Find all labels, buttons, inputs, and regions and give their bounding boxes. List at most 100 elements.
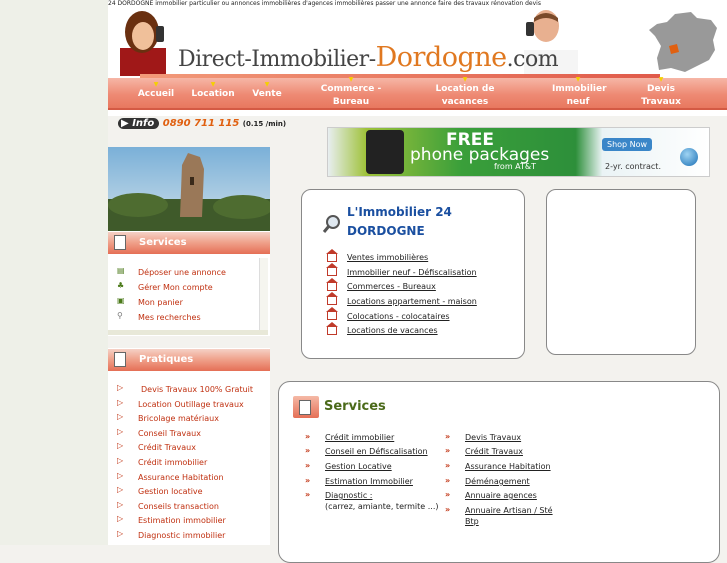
nav-location-de-vacances[interactable]: ▼ Location de vacances <box>434 76 496 109</box>
dordogne-tower-image <box>108 147 270 231</box>
sidebar-link-diagnostic[interactable]: Diagnostic immobilier <box>138 531 225 540</box>
sidebar-link-credit-travaux[interactable]: Crédit Travaux <box>138 443 196 452</box>
service-demenagement[interactable]: Déménagement <box>465 476 530 487</box>
page-icon <box>114 235 126 250</box>
service-credit-immobilier[interactable]: Crédit immobilier <box>325 432 394 443</box>
seo-text: 24 DORDOGNE immobilier particulier ou an… <box>108 0 541 7</box>
sidebar-link-credit-immobilier[interactable]: Crédit immobilier <box>138 458 207 467</box>
link-commerces-bureaux[interactable]: Commerces - Bureaux <box>347 282 436 291</box>
arrow-icon: ▷ <box>117 456 124 465</box>
arrow-icon: ▷ <box>117 427 124 436</box>
double-arrow-icon: » <box>445 461 451 470</box>
arrow-icon: ▷ <box>117 500 124 509</box>
arrow-icon: ▷ <box>117 383 124 392</box>
nav-location[interactable]: ▼ Location <box>188 81 238 101</box>
nav-commerce-bureau[interactable]: ▼ Commerce - Bureau <box>316 76 386 109</box>
arrow-icon: ▷ <box>117 412 124 421</box>
nav-accueil[interactable]: ▼ Accueil <box>136 81 176 101</box>
arrow-icon: ▷ <box>117 441 124 450</box>
sidebar-link-recherches[interactable]: Mes recherches <box>138 313 201 322</box>
link-locations-appartement[interactable]: Locations appartement - maison <box>347 297 477 306</box>
logo-part2: Dordogne <box>375 42 508 73</box>
service-diagnostic-note: (carrez, amiante, termite ...) <box>325 502 439 511</box>
sidebar-link-gestion-locative[interactable]: Gestion locative <box>138 487 203 496</box>
nav-arrow-icon: ▼ <box>658 76 664 83</box>
nav-arrow-icon: ▼ <box>462 76 468 83</box>
link-immobilier-neuf[interactable]: Immobilier neuf - Défiscalisation <box>347 268 477 277</box>
play-icon: ▶ <box>121 118 129 129</box>
nav-arrow-icon: ▼ <box>348 76 354 83</box>
subheader-band <box>108 110 727 116</box>
phone-image <box>366 130 404 174</box>
sidebar-services-heading: Services <box>108 231 270 254</box>
link-colocations[interactable]: Colocations - colocataires <box>347 312 450 321</box>
double-arrow-icon: » <box>445 446 451 455</box>
sidebar-link-assurance[interactable]: Assurance Habitation <box>138 473 224 482</box>
house-icon <box>326 249 338 262</box>
service-diagnostic[interactable]: Diagnostic : <box>325 490 373 501</box>
arrow-icon: ▷ <box>117 471 124 480</box>
sidebar-horizontal-scrollbar[interactable] <box>108 330 268 335</box>
service-credit-travaux[interactable]: Crédit Travaux <box>465 446 523 457</box>
user-icon: ♣ <box>117 281 125 290</box>
service-estimation[interactable]: Estimation Immobilier <box>325 476 413 487</box>
info-phone-number: 0890 711 115 <box>162 118 240 129</box>
sidebar-link-conseils-transaction[interactable]: Conseils transaction <box>138 502 219 511</box>
nav-immobilier-neuf[interactable]: ▼ Immobilier neuf <box>552 76 607 109</box>
nav-arrow-icon: ▼ <box>153 81 159 88</box>
nav-vente[interactable]: ▼ Vente <box>247 81 287 101</box>
arrow-icon: ▷ <box>117 485 124 494</box>
left-background-strip <box>0 0 108 545</box>
sidebar-link-conseil-travaux[interactable]: Conseil Travaux <box>138 429 201 438</box>
house-icon <box>326 292 338 305</box>
double-arrow-icon: » <box>305 490 311 499</box>
magnifier-icon <box>322 215 340 233</box>
service-gestion-locative[interactable]: Gestion Locative <box>325 461 392 472</box>
sidebar-pratiques-box: ▷ Devis Travaux 100% Gratuit ▷ Location … <box>108 371 270 545</box>
link-locations-vacances[interactable]: Locations de vacances <box>347 326 438 335</box>
service-annuaire-artisan[interactable]: Annuaire Artisan / Sté Btp <box>465 505 555 527</box>
nav-arrow-icon: ▼ <box>575 76 581 83</box>
site-logo[interactable]: Direct-Immobilier-Dordogne.com <box>178 42 559 73</box>
page-icon <box>299 400 311 415</box>
nav-arrow-icon: ▼ <box>210 81 216 88</box>
france-map-icon <box>649 12 717 72</box>
immobilier-box-title: L'Immobilier 24 DORDOGNE <box>347 205 452 238</box>
cart-icon: ▣ <box>117 296 125 305</box>
sidebar-link-deposer[interactable]: Déposer une annonce <box>138 268 226 277</box>
info-rate: (0.15 /min) <box>242 120 287 128</box>
service-annuaire-agences[interactable]: Annuaire agences <box>465 490 537 501</box>
double-arrow-icon: » <box>445 476 451 485</box>
ad-from-text: from AT&T <box>494 162 537 171</box>
double-arrow-icon: » <box>305 461 311 470</box>
double-arrow-icon: » <box>305 432 311 441</box>
att-ad-banner[interactable]: FREE phone packages from AT&T Shop Now 2… <box>327 127 710 177</box>
service-defiscalisation[interactable]: Conseil en Défiscalisation <box>325 446 428 457</box>
sidebar-services-box: ▤ Déposer une annonce ♣ Gérer Mon compte… <box>108 254 270 336</box>
sidebar-link-panier[interactable]: Mon panier <box>138 298 183 307</box>
services-main-box: Services » Crédit immobilier » Conseil e… <box>278 381 720 563</box>
double-arrow-icon: » <box>445 505 451 514</box>
woman-on-phone-image <box>120 11 166 76</box>
link-ventes-immobilieres[interactable]: Ventes immobilières <box>347 253 428 262</box>
double-arrow-icon: » <box>445 490 451 499</box>
arrow-icon: ▷ <box>117 398 124 407</box>
sidebar-link-devis-gratuit[interactable]: Devis Travaux 100% Gratuit <box>141 385 253 394</box>
service-devis-travaux[interactable]: Devis Travaux <box>465 432 521 443</box>
services-title: Services <box>324 399 386 414</box>
immobilier-24-box: L'Immobilier 24 DORDOGNE Ventes immobili… <box>301 189 525 359</box>
sidebar-link-location-outillage[interactable]: Location Outillage travaux <box>138 400 244 409</box>
nav-devis-travaux[interactable]: ▼ Devis Travaux <box>636 76 686 109</box>
services-heading-badge <box>293 396 319 418</box>
sidebar-link-compte[interactable]: Gérer Mon compte <box>138 283 213 292</box>
sidebar-vertical-scrollbar[interactable] <box>259 258 268 334</box>
att-logo-icon <box>680 148 698 166</box>
house-icon <box>326 278 338 291</box>
service-assurance-habitation[interactable]: Assurance Habitation <box>465 461 551 472</box>
search-icon: ⚲ <box>117 311 123 320</box>
double-arrow-icon: » <box>445 432 451 441</box>
sidebar-link-bricolage[interactable]: Bricolage matériaux <box>138 414 219 423</box>
sidebar-link-estimation[interactable]: Estimation immobilier <box>138 516 226 525</box>
info-phone-line[interactable]: ▶ Info 0890 711 115 (0.15 /min) <box>118 118 286 132</box>
ad-shop-now-button[interactable]: Shop Now <box>602 138 653 151</box>
